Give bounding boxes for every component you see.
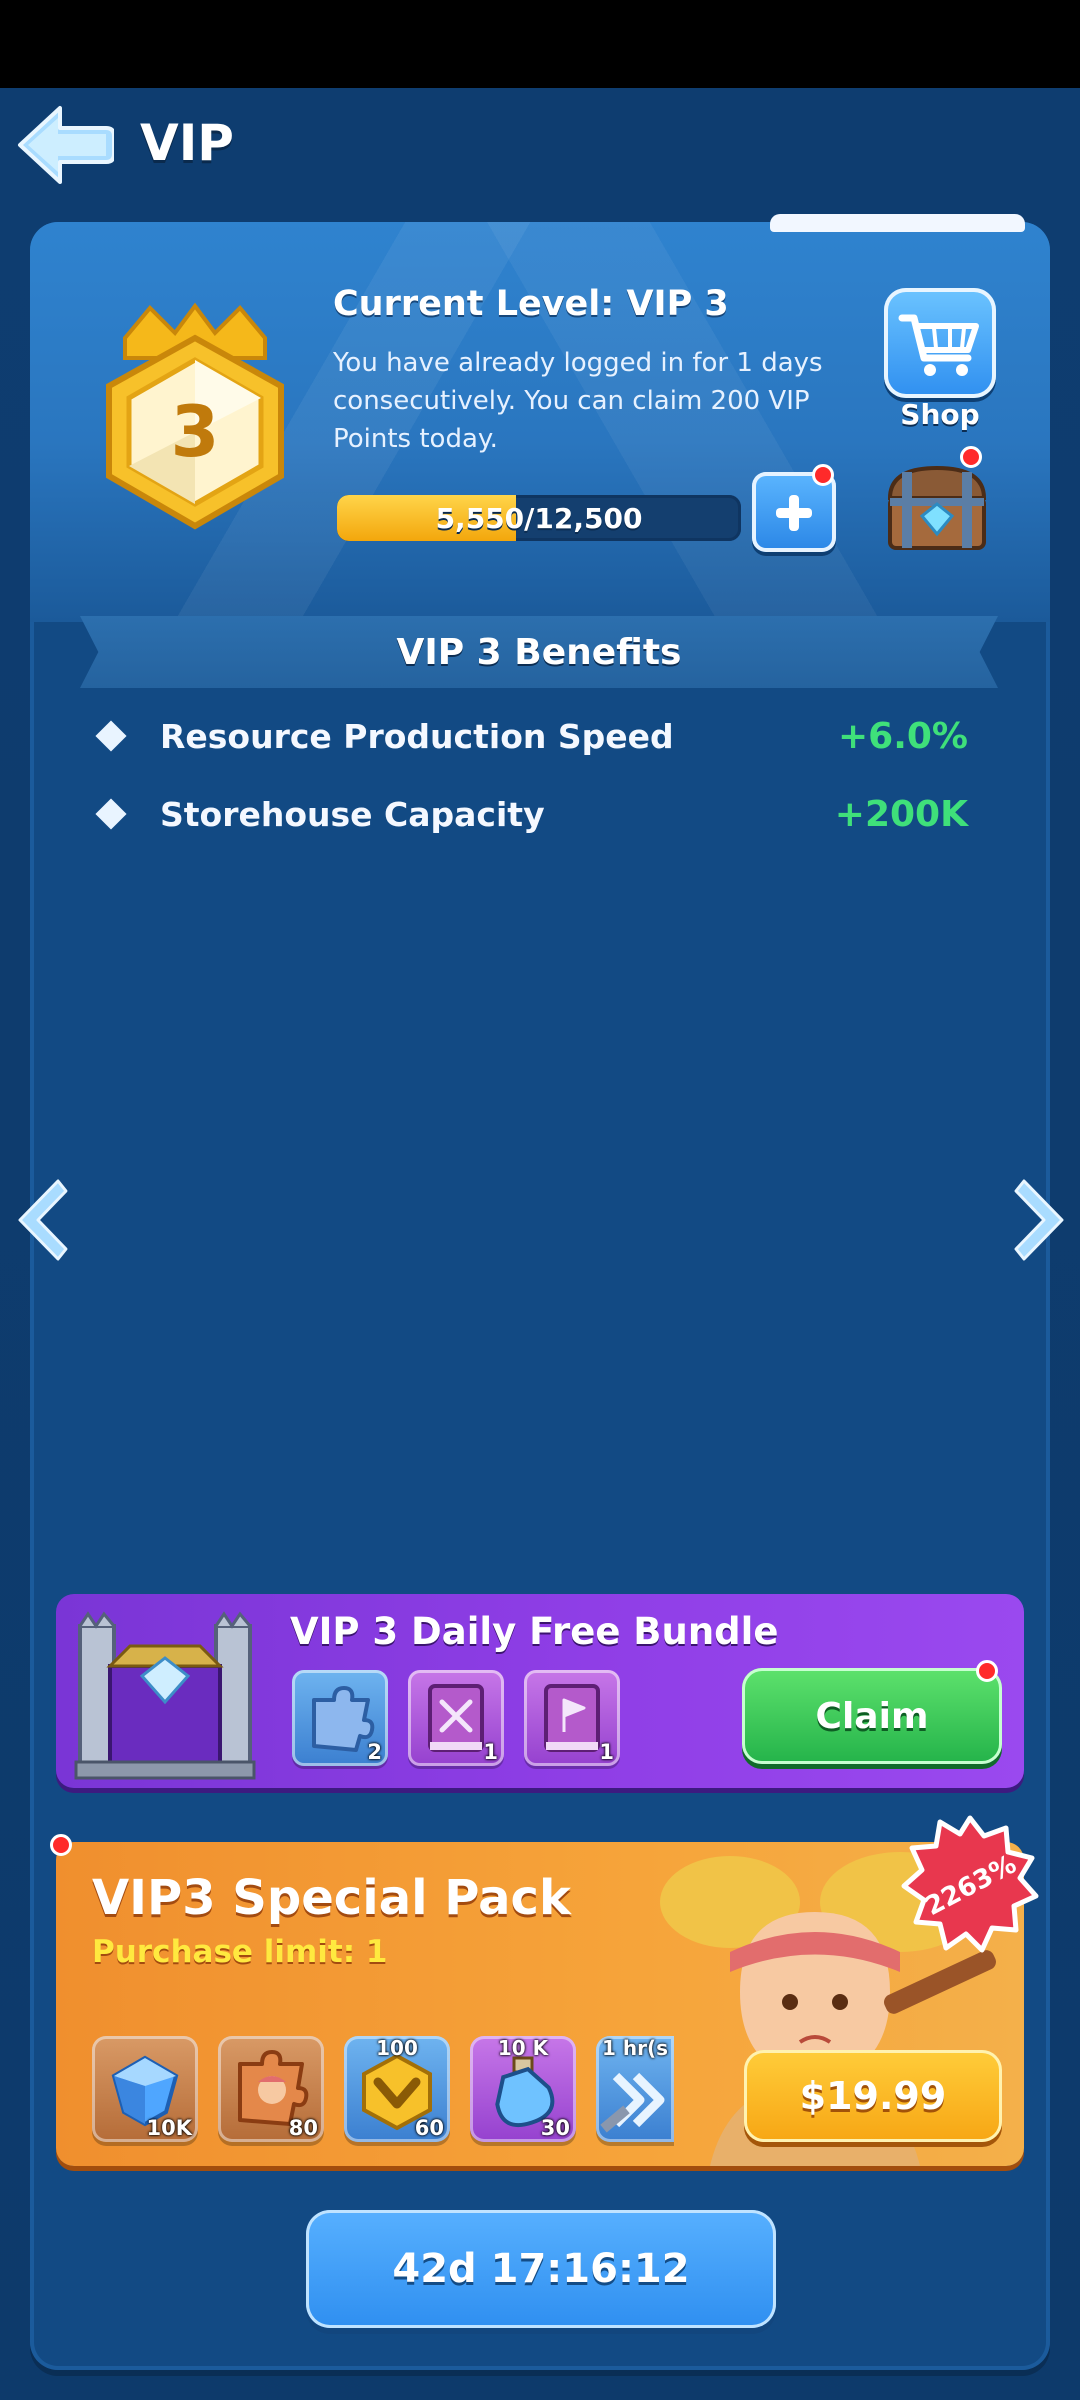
item-quantity: 2 [367, 1740, 382, 1764]
vip-chest-button[interactable] [882, 458, 992, 558]
vip-level-badge: 3 [95, 298, 295, 548]
vip-points-progress-bar: 5,550/12,500 [337, 495, 741, 541]
benefit-value: +6.0% [837, 715, 968, 757]
vip-badge-number: 3 [171, 391, 220, 473]
bundle-item-slot[interactable]: 1 [524, 1670, 620, 1766]
item-top-label: 10 K [497, 2036, 549, 2060]
buy-price-button[interactable]: $19.99 [744, 2050, 1002, 2142]
special-pack-title: VIP3 Special Pack [92, 1870, 571, 1926]
previous-level-arrow-icon[interactable] [10, 1175, 70, 1265]
bullet-diamond-icon [95, 798, 127, 830]
bundle-item-slot[interactable]: 1 [408, 1670, 504, 1766]
login-message: You have already logged in for 1 days co… [333, 348, 823, 454]
pack-item-slot[interactable]: 100 60 [344, 2036, 450, 2142]
benefit-label: Storehouse Capacity [160, 794, 545, 834]
progress-text: 5,550/12,500 [435, 501, 643, 535]
treasure-chest-icon [887, 465, 987, 550]
item-quantity: 1 [599, 1740, 614, 1764]
benefit-row: Resource Production Speed +6.0% [95, 706, 980, 766]
page-title: VIP [140, 114, 234, 172]
offer-countdown-timer: 42d 17:16:12 [306, 2210, 776, 2328]
pack-item-slot[interactable]: 10K [92, 2036, 198, 2142]
benefit-value: +200K [834, 793, 968, 835]
benefits-title: VIP 3 Benefits [396, 631, 682, 673]
shop-label: Shop [900, 398, 980, 431]
bundle-item-slot[interactable]: 2 [292, 1670, 388, 1766]
item-top-label: 1 hr(s [601, 2036, 669, 2060]
item-quantity: 10K [146, 2116, 193, 2140]
item-quantity: 80 [288, 2116, 318, 2140]
notification-dot [960, 446, 982, 468]
status-bar [0, 0, 1080, 88]
pack-item-slot[interactable]: 10 K 30 [470, 2036, 576, 2142]
back-arrow-icon[interactable] [14, 100, 116, 190]
notification-dot [976, 1660, 998, 1682]
daily-bundle-title: VIP 3 Daily Free Bundle [290, 1610, 779, 1653]
benefit-row: Storehouse Capacity +200K [95, 784, 980, 844]
item-quantity: 1 [483, 1740, 498, 1764]
purchase-limit: Purchase limit: 1 [92, 1934, 388, 1970]
bullet-diamond-icon [95, 720, 127, 752]
bundle-castle-chest-icon [70, 1606, 260, 1784]
item-top-label: 100 [376, 2036, 418, 2060]
claim-button[interactable]: Claim [742, 1668, 1002, 1764]
notification-dot [50, 1834, 72, 1856]
item-quantity: 30 [540, 2116, 570, 2140]
cart-icon [898, 314, 979, 376]
item-quantity: 60 [414, 2116, 444, 2140]
current-level-label: Current Level: VIP 3 [333, 284, 729, 324]
discount-badge: 2263% [900, 1814, 1040, 1954]
snow-decoration [770, 214, 1025, 232]
notification-dot [812, 464, 834, 486]
next-level-arrow-icon[interactable] [1012, 1175, 1072, 1265]
pack-item-slot[interactable]: 1 hr(s [596, 2036, 674, 2142]
shop-button[interactable] [884, 288, 996, 398]
pack-item-slot[interactable]: 80 [218, 2036, 324, 2142]
benefit-label: Resource Production Speed [160, 716, 674, 756]
